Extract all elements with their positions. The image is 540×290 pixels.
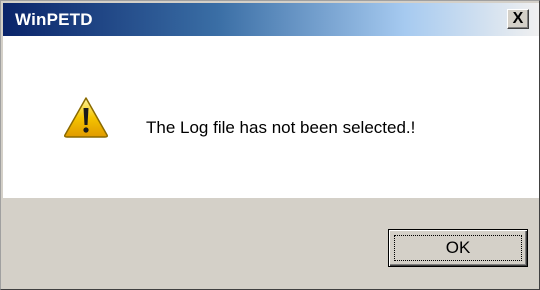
button-bar: OK — [3, 198, 539, 289]
close-button[interactable]: X — [507, 9, 529, 29]
warning-icon — [64, 97, 108, 138]
message-dialog: WinPETD X The Log file has not been sele… — [0, 0, 540, 290]
ok-button[interactable]: OK — [388, 229, 528, 267]
ok-button-label: OK — [445, 238, 471, 257]
dialog-message: The Log file has not been selected.! — [146, 118, 416, 137]
window-title: WinPETD — [15, 10, 93, 29]
title-bar[interactable]: WinPETD X — [3, 3, 539, 36]
dialog-content: The Log file has not been selected.! — [3, 36, 539, 198]
close-icon: X — [512, 10, 524, 27]
